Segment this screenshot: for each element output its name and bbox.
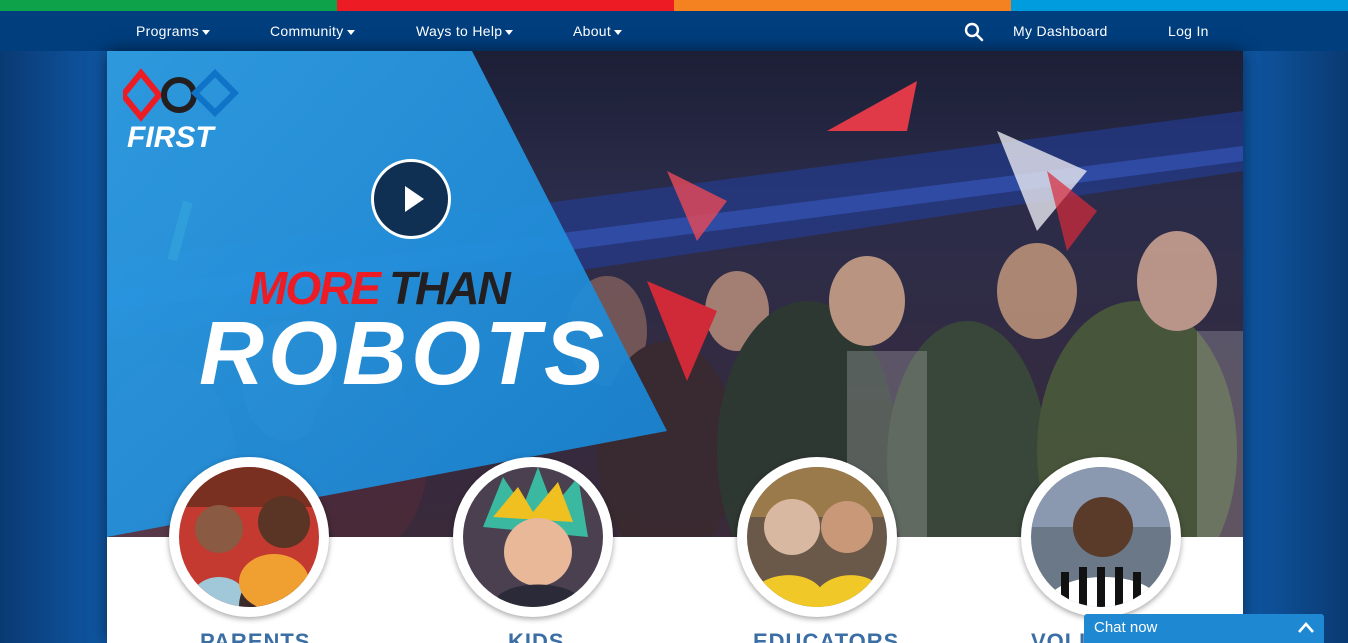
search-icon[interactable] xyxy=(964,22,984,42)
chat-now-label: Chat now xyxy=(1094,619,1158,636)
caret-down-icon xyxy=(505,29,514,35)
nav-ways-to-help-label: Ways to Help xyxy=(416,23,503,39)
caret-down-icon xyxy=(346,29,355,35)
strip-orange xyxy=(674,0,1011,11)
first-logo: FIRST xyxy=(123,68,240,153)
top-navbar: Programs Community Ways to Help About My… xyxy=(0,11,1348,51)
parents-photo xyxy=(179,467,319,607)
logo-text: FIRST xyxy=(127,121,216,153)
nav-programs[interactable]: Programs xyxy=(136,11,211,51)
nav-about-label: About xyxy=(573,23,612,39)
strip-blue xyxy=(1011,0,1348,11)
nav-community[interactable]: Community xyxy=(270,11,355,51)
strip-red xyxy=(337,0,674,11)
category-parents-label[interactable]: PARENTS xyxy=(200,629,311,643)
main-content: FIRST MORE THAN ROBOTS PARENTS KIDS EDUC… xyxy=(107,51,1243,643)
nav-community-label: Community xyxy=(270,23,344,39)
nav-about[interactable]: About xyxy=(573,11,623,51)
category-circle-volunteers[interactable] xyxy=(1021,457,1181,617)
play-video-button[interactable] xyxy=(371,159,451,239)
caret-down-icon xyxy=(614,29,623,35)
tagline-robots: ROBOTS xyxy=(199,304,609,404)
strip-green xyxy=(0,0,337,11)
color-strip xyxy=(0,0,1348,11)
category-circle-kids[interactable] xyxy=(453,457,613,617)
volunteers-photo xyxy=(1031,467,1171,607)
nav-programs-label: Programs xyxy=(136,23,200,39)
category-circle-educators[interactable] xyxy=(737,457,897,617)
caret-down-icon xyxy=(202,29,211,35)
category-circle-parents[interactable] xyxy=(169,457,329,617)
nav-ways-to-help[interactable]: Ways to Help xyxy=(416,11,514,51)
educators-photo xyxy=(747,467,887,607)
my-dashboard-link[interactable]: My Dashboard xyxy=(1013,11,1108,51)
chevron-up-icon[interactable] xyxy=(1296,618,1316,638)
kids-photo xyxy=(463,467,603,607)
category-kids-label[interactable]: KIDS xyxy=(508,629,565,643)
chat-now-widget[interactable]: Chat now xyxy=(1084,614,1324,643)
category-educators-label[interactable]: EDUCATORS xyxy=(753,629,899,643)
login-link[interactable]: Log In xyxy=(1168,11,1209,51)
